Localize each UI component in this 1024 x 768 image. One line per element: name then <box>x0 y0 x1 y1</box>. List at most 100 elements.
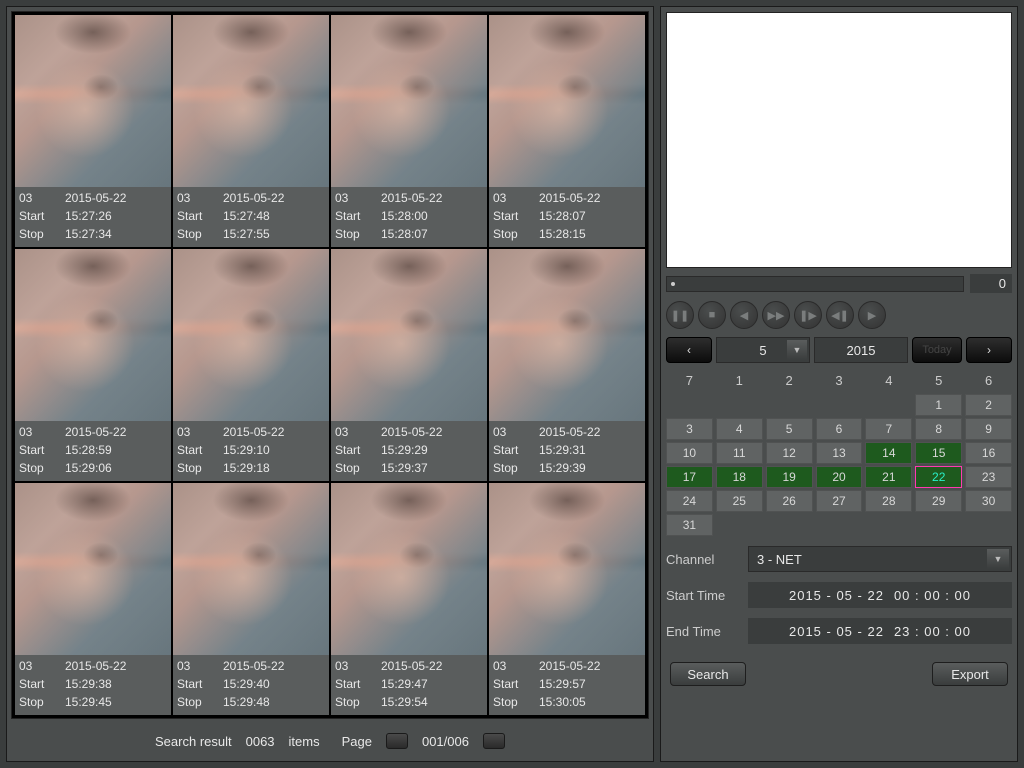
step-forward-button[interactable]: ❚▶ <box>794 301 822 329</box>
start-value: 15:29:57 <box>539 675 586 693</box>
thumbnail-item[interactable]: 032015-05-22 Start15:29:47 Stop15:29:54 <box>331 483 487 715</box>
stop-value: 15:29:54 <box>381 693 428 711</box>
date-value: 2015-05-22 <box>381 423 442 441</box>
calendar-day[interactable]: 14 <box>865 442 912 464</box>
fast-forward-button[interactable]: ▶▶ <box>762 301 790 329</box>
calendar-day[interactable]: 30 <box>965 490 1012 512</box>
page-prev-button[interactable] <box>386 733 408 749</box>
channel-value: 03 <box>493 189 539 207</box>
calendar-day[interactable]: 10 <box>666 442 713 464</box>
channel-value: 03 <box>19 423 65 441</box>
thumbnail-item[interactable]: 032015-05-22 Start15:28:07 Stop15:28:15 <box>489 15 645 247</box>
preview-viewport <box>666 12 1012 268</box>
step-back-button[interactable]: ◀❚ <box>826 301 854 329</box>
thumbnail-item[interactable]: 032015-05-22 Start15:29:31 Stop15:29:39 <box>489 249 645 481</box>
stop-button[interactable]: ■ <box>698 301 726 329</box>
calendar-day[interactable]: 7 <box>865 418 912 440</box>
thumbnail-item[interactable]: 032015-05-22 Start15:29:40 Stop15:29:48 <box>173 483 329 715</box>
thumbnail-meta: 032015-05-22 Start15:29:31 Stop15:29:39 <box>489 421 645 481</box>
calendar-day <box>716 394 763 416</box>
calendar-day[interactable]: 26 <box>766 490 813 512</box>
control-pane: 0 ❚❚■◀▶▶❚▶◀❚▶ ‹ 5 ▼ 2015 Today › 7123456… <box>660 6 1018 762</box>
start-date-value: 2015 - 05 - 22 <box>789 588 884 603</box>
year-value: 2015 <box>847 343 876 358</box>
thumbnail-meta: 032015-05-22 Start15:29:57 Stop15:30:05 <box>489 655 645 715</box>
start-time-input[interactable]: 2015 - 05 - 22 00 : 00 : 00 <box>748 582 1012 608</box>
calendar-day[interactable]: 20 <box>816 466 863 488</box>
search-button[interactable]: Search <box>670 662 746 686</box>
stop-label: Stop <box>177 693 223 711</box>
thumbnail-item[interactable]: 032015-05-22 Start15:28:00 Stop15:28:07 <box>331 15 487 247</box>
play-button[interactable]: ▶ <box>858 301 886 329</box>
start-label: Start <box>335 207 381 225</box>
thumbnail-item[interactable]: 032015-05-22 Start15:29:29 Stop15:29:37 <box>331 249 487 481</box>
start-label: Start <box>493 675 539 693</box>
search-status-bar: Search result 0063 items Page 001/006 <box>11 719 649 757</box>
stop-value: 15:27:34 <box>65 225 112 243</box>
weekday-header: 5 <box>915 369 962 392</box>
playback-slider[interactable] <box>666 276 964 292</box>
calendar-day[interactable]: 29 <box>915 490 962 512</box>
year-select[interactable]: 2015 <box>814 337 908 363</box>
stop-value: 15:29:39 <box>539 459 586 477</box>
calendar-day[interactable]: 13 <box>816 442 863 464</box>
calendar-day[interactable]: 22 <box>915 466 962 488</box>
weekday-header: 4 <box>865 369 912 392</box>
chevron-down-icon: ▼ <box>787 340 807 360</box>
month-select[interactable]: 5 ▼ <box>716 337 810 363</box>
start-label: Start <box>335 675 381 693</box>
page-next-button[interactable] <box>483 733 505 749</box>
calendar-day[interactable]: 4 <box>716 418 763 440</box>
month-prev-button[interactable]: ‹ <box>666 337 712 363</box>
thumbnail-item[interactable]: 032015-05-22 Start15:27:48 Stop15:27:55 <box>173 15 329 247</box>
calendar-day[interactable]: 6 <box>816 418 863 440</box>
pause-button[interactable]: ❚❚ <box>666 301 694 329</box>
calendar-day[interactable]: 12 <box>766 442 813 464</box>
calendar-day[interactable]: 17 <box>666 466 713 488</box>
calendar-day[interactable]: 15 <box>915 442 962 464</box>
calendar-day[interactable]: 31 <box>666 514 713 536</box>
calendar-day[interactable]: 28 <box>865 490 912 512</box>
date-value: 2015-05-22 <box>539 657 600 675</box>
calendar-day[interactable]: 2 <box>965 394 1012 416</box>
thumbnail-item[interactable]: 032015-05-22 Start15:29:10 Stop15:29:18 <box>173 249 329 481</box>
playback-position: 0 <box>970 274 1012 293</box>
weekday-header: 7 <box>666 369 713 392</box>
calendar-day[interactable]: 25 <box>716 490 763 512</box>
calendar-day[interactable]: 9 <box>965 418 1012 440</box>
thumbnail-item[interactable]: 032015-05-22 Start15:27:26 Stop15:27:34 <box>15 15 171 247</box>
end-time-input[interactable]: 2015 - 05 - 22 23 : 00 : 00 <box>748 618 1012 644</box>
channel-label: Channel <box>666 552 738 567</box>
calendar-day[interactable]: 1 <box>915 394 962 416</box>
calendar-day[interactable]: 19 <box>766 466 813 488</box>
calendar-day[interactable]: 3 <box>666 418 713 440</box>
end-date-value: 2015 - 05 - 22 <box>789 624 884 639</box>
calendar-day <box>816 394 863 416</box>
calendar-day[interactable]: 21 <box>865 466 912 488</box>
thumbnail-item[interactable]: 032015-05-22 Start15:29:38 Stop15:29:45 <box>15 483 171 715</box>
today-button[interactable]: Today <box>912 337 962 363</box>
start-value: 15:28:59 <box>65 441 112 459</box>
calendar-day[interactable]: 24 <box>666 490 713 512</box>
calendar-day[interactable]: 23 <box>965 466 1012 488</box>
month-next-button[interactable]: › <box>966 337 1012 363</box>
calendar: 7123456123456789101112131415161718192021… <box>666 369 1012 536</box>
start-label: Start <box>177 207 223 225</box>
stop-value: 15:28:07 <box>381 225 428 243</box>
channel-select[interactable]: 3 - NET ▼ <box>748 546 1012 572</box>
thumbnail-item[interactable]: 032015-05-22 Start15:28:59 Stop15:29:06 <box>15 249 171 481</box>
calendar-day[interactable]: 27 <box>816 490 863 512</box>
thumbnail-meta: 032015-05-22 Start15:27:48 Stop15:27:55 <box>173 187 329 247</box>
calendar-day[interactable]: 18 <box>716 466 763 488</box>
calendar-day[interactable]: 11 <box>716 442 763 464</box>
thumbnail-item[interactable]: 032015-05-22 Start15:29:57 Stop15:30:05 <box>489 483 645 715</box>
calendar-day[interactable]: 5 <box>766 418 813 440</box>
start-label: Start <box>493 441 539 459</box>
rewind-button[interactable]: ◀ <box>730 301 758 329</box>
thumbnail-meta: 032015-05-22 Start15:28:59 Stop15:29:06 <box>15 421 171 481</box>
export-button[interactable]: Export <box>932 662 1008 686</box>
calendar-day[interactable]: 8 <box>915 418 962 440</box>
thumbnail-image <box>173 15 329 187</box>
page-value: 001/006 <box>422 734 469 749</box>
calendar-day[interactable]: 16 <box>965 442 1012 464</box>
